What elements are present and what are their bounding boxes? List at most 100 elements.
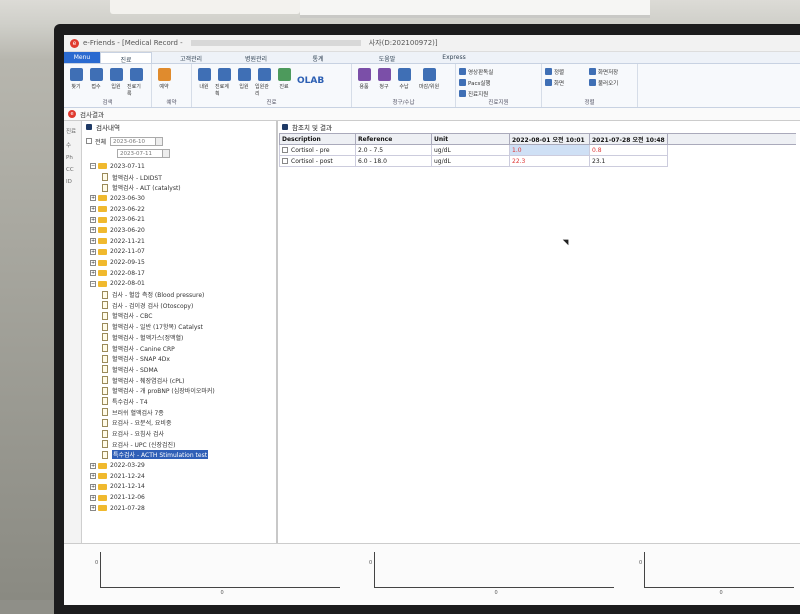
sort-button[interactable]: 정렬: [545, 66, 589, 77]
folder-icon: [98, 227, 107, 234]
folder-icon: [98, 473, 107, 480]
expand-icon[interactable]: +: [90, 216, 96, 223]
consult-label: 진료: [279, 84, 289, 90]
expand-icon[interactable]: +: [90, 259, 96, 266]
menu-button[interactable]: Menu: [64, 52, 100, 63]
tree-date-folder[interactable]: +2022-11-07: [90, 247, 276, 258]
tree-date-folder[interactable]: +2021-12-14: [90, 482, 276, 493]
expand-icon[interactable]: +: [90, 494, 96, 501]
tree-test-item[interactable]: 요검사 - UPC (신장검진): [90, 439, 276, 450]
expand-icon[interactable]: +: [90, 195, 96, 202]
save-layout-button[interactable]: 화면저장: [589, 66, 633, 77]
col-date-1[interactable]: 2022-08-01 오전 10:01: [509, 133, 590, 145]
tree-test-item[interactable]: 혈액검사 - SNAP 4Dx: [90, 353, 276, 364]
pacs-button[interactable]: Pacs실행: [459, 77, 538, 88]
tree-test-item[interactable]: 요검사 - 요분석, 요비중: [90, 418, 276, 429]
tree-node-label: 2022-03-29: [110, 462, 145, 470]
results-table: Description Reference Unit 2022-08-01 오전…: [279, 133, 796, 167]
date-from-field[interactable]: 2023-06-10: [110, 136, 157, 146]
folder-icon: [98, 462, 107, 469]
tab-express[interactable]: Express: [420, 52, 488, 63]
tab-help[interactable]: 도움말: [354, 52, 420, 63]
screen-button[interactable]: 화면: [545, 77, 589, 88]
date-to-field[interactable]: 2023-07-11: [117, 148, 163, 158]
row-checkbox[interactable]: [282, 158, 288, 164]
expand-icon[interactable]: +: [90, 462, 96, 469]
tree-test-item[interactable]: 혈액검사 - 췌장염검사 (cPL): [90, 375, 276, 386]
expand-icon[interactable]: +: [90, 473, 96, 480]
folder-icon: [98, 259, 107, 266]
col-date-2[interactable]: 2021-07-28 오전 10:48: [589, 133, 668, 145]
tree-test-item[interactable]: 혈액검사 - SDMA: [90, 364, 276, 375]
tree-date-folder[interactable]: +2021-07-28: [90, 503, 276, 514]
expand-icon[interactable]: +: [90, 206, 96, 213]
calendar-dropdown-icon[interactable]: [156, 136, 164, 146]
tab-test-results[interactable]: 검사결과: [80, 109, 104, 119]
col-description[interactable]: Description: [279, 133, 356, 145]
expand-icon[interactable]: +: [90, 270, 96, 277]
save-layout-icon: [589, 68, 596, 75]
tree-test-item[interactable]: 혈액검사 - 혈액가스(정맥혈): [90, 332, 276, 343]
tab-customer[interactable]: 고객관리: [152, 52, 230, 63]
tab-treatment[interactable]: 진료: [100, 52, 152, 64]
table-row[interactable]: Cortisol - post 6.0 - 18.0 ug/dL 22.3 23…: [279, 155, 796, 167]
tree-test-item[interactable]: 혈액검사 - 일반 (17항목) Catalyst: [90, 321, 276, 332]
tree-test-item[interactable]: 특수검사 - T4: [90, 396, 276, 407]
tree-date-folder[interactable]: − 2023-07-11: [90, 161, 276, 172]
ribbon-group-billing: 용품 청구 수납 마감/위원 청구/수납: [352, 64, 456, 107]
tab-statistics[interactable]: 통계: [282, 52, 354, 63]
collapse-icon[interactable]: −: [90, 163, 96, 170]
tree-test-item[interactable]: 검사 - 혈압 측정 (Blood pressure): [90, 289, 276, 300]
expand-icon[interactable]: +: [90, 505, 96, 512]
tree-test-item[interactable]: 요검사 - 요침사 검사: [90, 428, 276, 439]
tree-test-item[interactable]: 혈액검사 - CBC: [90, 311, 276, 322]
tree-test-item[interactable]: 검사 - 검이경 검사 (Otoscopy): [90, 300, 276, 311]
main-area: 진료 수 Ph CC ID 검사내역 전체 2023-06-10 2023-07…: [64, 121, 800, 543]
calendar-dropdown-icon[interactable]: [163, 148, 170, 158]
collapse-icon[interactable]: −: [90, 280, 96, 287]
tree-test-item[interactable]: 특수검사 - ACTH Stimulation test: [90, 450, 276, 461]
support-label: 진료지원: [468, 91, 489, 98]
expand-icon[interactable]: +: [90, 248, 96, 255]
tree-date-folder[interactable]: − 2022-08-01: [90, 279, 276, 290]
tab-hospital[interactable]: 병원관리: [230, 52, 282, 63]
load-layout-button[interactable]: 불러오기: [589, 77, 633, 88]
tree-date-folder[interactable]: +2022-09-15: [90, 257, 276, 268]
imaging-button[interactable]: 영상판독실: [459, 66, 538, 77]
expand-icon[interactable]: +: [90, 238, 96, 245]
group-label-support: 진료지원: [488, 100, 509, 106]
tree-test-item[interactable]: 혈액검사 - Canine CRP: [90, 343, 276, 354]
expand-icon[interactable]: +: [90, 483, 96, 490]
tree-date-folder[interactable]: +2021-12-24: [90, 471, 276, 482]
table-row[interactable]: Cortisol - pre 2.0 - 7.5 ug/dL 1.0 0.8: [279, 144, 796, 156]
tree-date-folder[interactable]: +2023-06-21: [90, 214, 276, 225]
row-checkbox[interactable]: [282, 147, 288, 153]
section-bullet-icon: [282, 124, 288, 130]
document-icon: [102, 440, 108, 449]
tree-date-folder[interactable]: +2023-06-30: [90, 193, 276, 204]
results-panel: 참조치 및 결과 Description Reference Unit 2022…: [278, 121, 800, 543]
document-icon: [102, 290, 108, 299]
expand-icon[interactable]: +: [90, 227, 96, 234]
tree-date-folder[interactable]: +2021-12-06: [90, 492, 276, 503]
tree-date-folder[interactable]: +2023-06-22: [90, 204, 276, 215]
ribbon-group-search: 찾기 접수 입원 진료기록 검색: [64, 64, 152, 107]
tree-test-item[interactable]: 혈액검사 - 개 proBNP (심장바이오마커): [90, 385, 276, 396]
tree-node-label: 특수검사 - T4: [112, 398, 148, 406]
chart-x-tick: 0: [220, 590, 224, 596]
screen-icon: [545, 79, 552, 86]
tree-date-folder[interactable]: +2022-11-21: [90, 236, 276, 247]
results-header-row: Description Reference Unit 2022-08-01 오전…: [279, 133, 796, 145]
tree-test-item[interactable]: 혈액검사 - ALT (catalyst): [90, 182, 276, 193]
tree-node-label: 요검사 - 요침사 검사: [112, 431, 165, 439]
all-checkbox[interactable]: [86, 138, 92, 144]
tree-date-folder[interactable]: +2023-06-20: [90, 225, 276, 236]
tree-node-label: 브러쉬 혈액검사 7종: [112, 409, 164, 417]
col-unit[interactable]: Unit: [431, 133, 510, 145]
supplies-icon: [357, 68, 371, 81]
tree-test-item[interactable]: 브러쉬 혈액검사 7종: [90, 407, 276, 418]
tree-date-folder[interactable]: +2022-03-29: [90, 460, 276, 471]
tree-date-folder[interactable]: +2022-08-17: [90, 268, 276, 279]
col-reference[interactable]: Reference: [355, 133, 432, 145]
tree-test-item[interactable]: 혈액검사 - LDIDST: [90, 172, 276, 183]
